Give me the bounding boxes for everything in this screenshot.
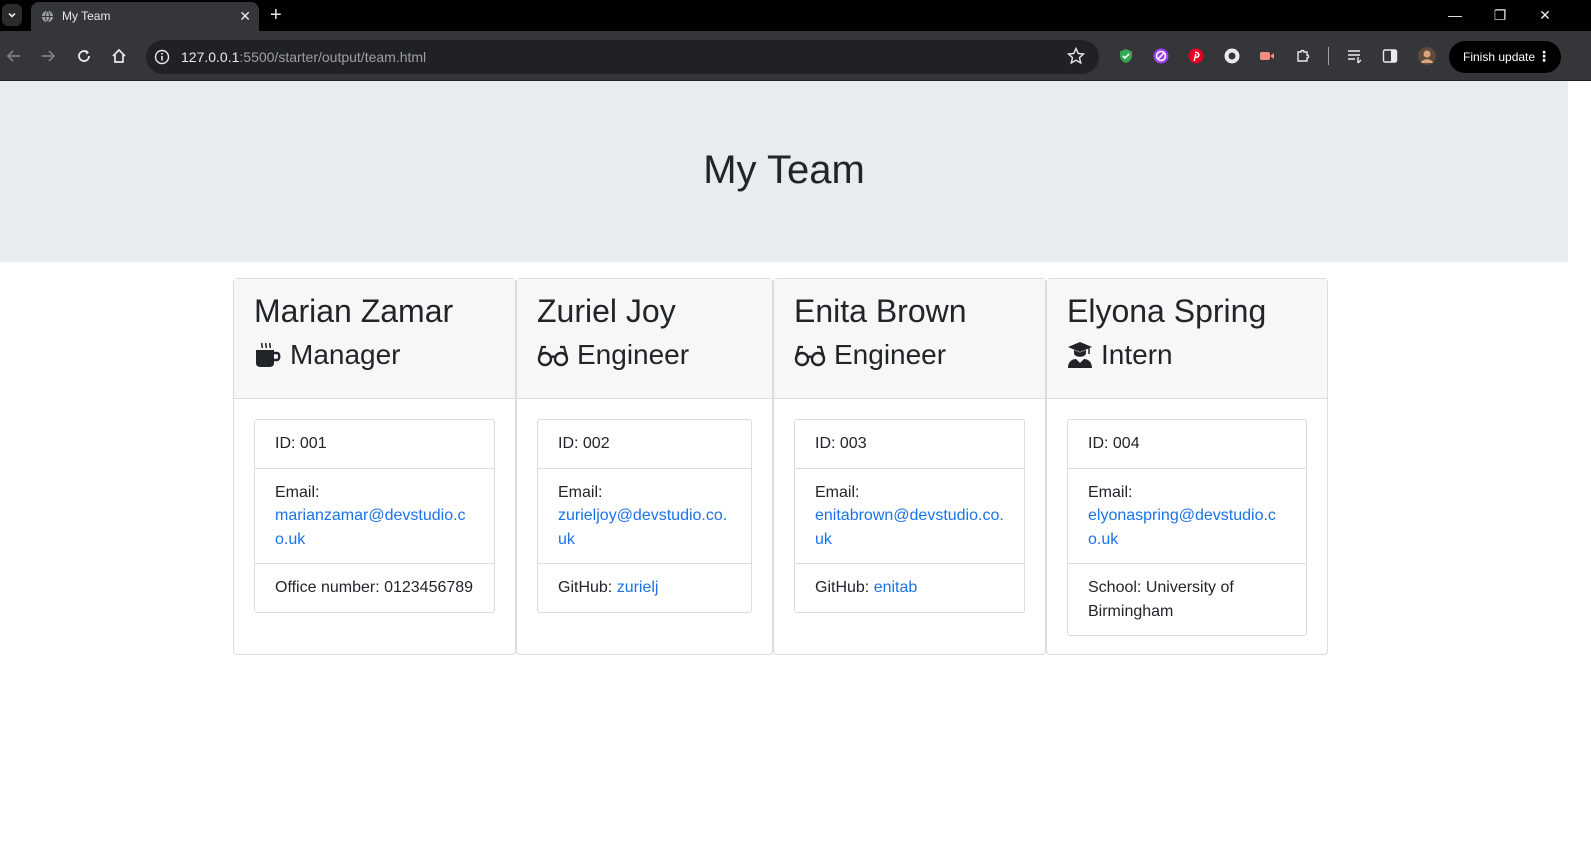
- browser-tab-active[interactable]: My Team ✕: [31, 2, 259, 31]
- chevron-down-icon: [8, 12, 16, 18]
- github-link[interactable]: enitab: [874, 579, 918, 596]
- shield-extension-icon[interactable]: [1118, 48, 1134, 64]
- employee-role: Engineer: [537, 337, 752, 373]
- site-info-icon[interactable]: [154, 49, 170, 65]
- employee-details: ID: 001 Email: marianzamar@devstudio.co.…: [254, 419, 495, 613]
- toolbar-divider: [1328, 47, 1329, 65]
- reading-list-icon[interactable]: [1347, 48, 1363, 64]
- office-number: Office number: 0123456789: [255, 563, 494, 612]
- employee-email: Email: zurieljoy@devstudio.co.uk: [538, 467, 751, 564]
- role-label: Manager: [290, 339, 401, 370]
- circle-extension-icon[interactable]: [1224, 48, 1240, 64]
- reload-icon: [78, 50, 90, 62]
- email-link[interactable]: enitabrown@devstudio.co.uk: [815, 507, 1004, 548]
- close-tab-icon[interactable]: ✕: [239, 7, 251, 25]
- pinterest-extension-icon[interactable]: [1188, 48, 1204, 64]
- email-link[interactable]: zurieljoy@devstudio.co.uk: [558, 507, 727, 548]
- close-window-button[interactable]: ✕: [1530, 4, 1560, 26]
- employee-email: Email: marianzamar@devstudio.co.uk: [255, 467, 494, 564]
- employee-name: Marian Zamar: [254, 293, 454, 329]
- page-header: My Team: [0, 81, 1568, 262]
- globe-icon: [41, 10, 54, 23]
- finish-update-label: Finish update: [1463, 50, 1536, 64]
- github: GitHub: zurielj: [538, 563, 751, 612]
- email-label: Email:: [815, 483, 860, 501]
- video-extension-icon[interactable]: [1259, 48, 1275, 64]
- card-header: Enita Brown Engineer: [774, 279, 1045, 399]
- tab-search-button[interactable]: [2, 4, 22, 26]
- card-body: ID: 001 Email: marianzamar@devstudio.co.…: [234, 399, 515, 633]
- employee-details: ID: 003 Email: enitabrown@devstudio.co.u…: [794, 419, 1025, 613]
- card-header: Elyona Spring Intern: [1047, 279, 1327, 399]
- finish-update-button[interactable]: Finish update ⋮: [1449, 41, 1561, 73]
- forward-button[interactable]: [36, 44, 60, 68]
- url-text: 127.0.0.1:5500/starter/output/team.html: [181, 49, 426, 65]
- employee-card-intern: Elyona Spring Intern ID: 004 Email: elyo…: [1046, 278, 1328, 655]
- card-body: ID: 003 Email: enitabrown@devstudio.co.u…: [774, 399, 1045, 633]
- side-panel-icon[interactable]: [1382, 48, 1398, 64]
- employee-name: Enita Brown: [794, 293, 967, 329]
- back-arrow-icon: [6, 50, 20, 62]
- mug-icon: [256, 342, 281, 367]
- tab-title: My Team: [62, 9, 111, 23]
- profile-avatar-icon[interactable]: [1418, 47, 1436, 65]
- reload-button[interactable]: [72, 44, 96, 68]
- employee-id: ID: 004: [1088, 435, 1140, 452]
- extensions-puzzle-icon[interactable]: [1295, 48, 1311, 64]
- employee-role: Engineer: [794, 337, 1025, 373]
- school: School: University of Birmingham: [1068, 563, 1306, 635]
- team-cards: Marian Zamar Manager ID: 001 Email: mari…: [233, 278, 1328, 655]
- employee-role: Intern: [1067, 337, 1307, 373]
- browser-toolbar: 127.0.0.1:5500/starter/output/team.html …: [0, 31, 1591, 81]
- card-body: ID: 002 Email: zurieljoy@devstudio.co.uk…: [517, 399, 772, 633]
- github-label: GitHub:: [558, 579, 617, 596]
- browser-tab-bar: My Team ✕ + — ❐ ✕: [0, 0, 1591, 31]
- employee-id: ID: 003: [815, 435, 867, 452]
- blocker-extension-icon[interactable]: [1153, 48, 1169, 64]
- role-label: Intern: [1101, 339, 1173, 370]
- address-bar[interactable]: 127.0.0.1:5500/starter/output/team.html: [146, 40, 1099, 74]
- card-header: Zuriel Joy Engineer: [517, 279, 772, 399]
- url-path: :5500/starter/output/team.html: [239, 49, 427, 65]
- email-link[interactable]: elyonaspring@devstudio.co.uk: [1088, 507, 1276, 548]
- email-label: Email:: [1088, 483, 1133, 501]
- glasses-icon: [537, 345, 569, 367]
- role-label: Engineer: [834, 339, 947, 370]
- new-tab-button[interactable]: +: [270, 3, 282, 27]
- page-title: My Team: [703, 148, 865, 192]
- url-host: 127.0.0.1: [181, 49, 240, 65]
- github-link[interactable]: zurielj: [617, 579, 659, 596]
- employee-id: ID: 001: [275, 435, 327, 452]
- email-link[interactable]: marianzamar@devstudio.co.uk: [275, 507, 466, 548]
- employee-id: ID: 002: [558, 435, 610, 452]
- employee-email: Email: enitabrown@devstudio.co.uk: [795, 467, 1024, 564]
- employee-role: Manager: [254, 337, 495, 373]
- glasses-icon: [794, 345, 826, 367]
- home-button[interactable]: [107, 44, 131, 68]
- employee-card-engineer: Zuriel Joy Engineer ID: 002 Email: zurie…: [516, 278, 773, 655]
- employee-email: Email: elyonaspring@devstudio.co.uk: [1068, 467, 1306, 564]
- employee-details: ID: 002 Email: zurieljoy@devstudio.co.uk…: [537, 419, 752, 613]
- employee-name: Elyona Spring: [1067, 293, 1267, 329]
- card-header: Marian Zamar Manager: [234, 279, 515, 399]
- email-label: Email:: [558, 483, 603, 501]
- home-icon: [112, 48, 126, 63]
- employee-card-manager: Marian Zamar Manager ID: 001 Email: mari…: [233, 278, 516, 655]
- bookmark-star-icon[interactable]: [1067, 47, 1085, 65]
- more-menu-icon: ⋮: [1537, 48, 1551, 64]
- card-body: ID: 004 Email: elyonaspring@devstudio.co…: [1047, 399, 1327, 656]
- employee-details: ID: 004 Email: elyonaspring@devstudio.co…: [1067, 419, 1307, 636]
- forward-arrow-icon: [42, 50, 56, 62]
- graduate-icon: [1068, 342, 1092, 368]
- employee-name: Zuriel Joy: [537, 293, 676, 329]
- role-label: Engineer: [577, 339, 690, 370]
- minimize-window-button[interactable]: —: [1440, 4, 1470, 26]
- github-label: GitHub:: [815, 579, 874, 596]
- back-button[interactable]: [2, 44, 26, 68]
- employee-card-engineer: Enita Brown Engineer ID: 003 Email: enit…: [773, 278, 1046, 655]
- email-label: Email:: [275, 483, 320, 501]
- github: GitHub: enitab: [795, 563, 1024, 612]
- restore-window-button[interactable]: ❐: [1485, 4, 1515, 26]
